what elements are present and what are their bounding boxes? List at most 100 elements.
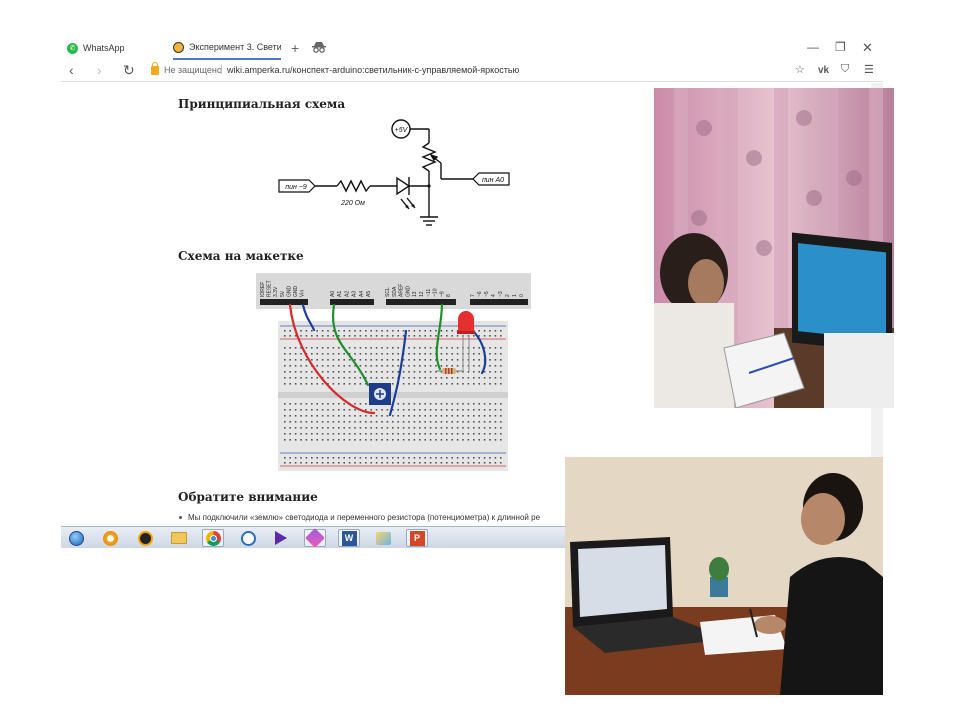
- avast-icon[interactable]: [134, 529, 156, 547]
- breadboard-hole: [284, 365, 286, 367]
- header-pin-label: A1: [337, 291, 343, 297]
- header-pin-label: 0: [519, 294, 525, 297]
- breadboard-hole: [435, 415, 437, 417]
- breadboard-hole: [386, 371, 389, 373]
- breadboard-hole: [300, 403, 302, 405]
- incognito-icon[interactable]: [312, 41, 326, 53]
- breadboard-hole: [300, 335, 302, 337]
- breadboard-hole: [305, 409, 308, 411]
- breadboard-hole: [284, 347, 286, 349]
- breadboard-hole: [300, 427, 302, 429]
- paint-icon[interactable]: [372, 529, 394, 547]
- breadboard-hole: [305, 335, 308, 337]
- breadboard-hole: [316, 359, 318, 361]
- breadboard-hole: [456, 457, 459, 459]
- vk-icon[interactable]: vk: [818, 65, 829, 76]
- breadboard-hole: [338, 359, 340, 361]
- breadboard-hole: [284, 359, 286, 361]
- close-icon[interactable]: ✕: [862, 40, 873, 56]
- breadboard-hole: [386, 359, 389, 361]
- breadboard-hole: [343, 409, 345, 411]
- breadboard-hole: [424, 330, 426, 332]
- breadboard-hole: [375, 330, 378, 332]
- menu-icon[interactable]: ☰: [864, 63, 874, 76]
- folder-icon[interactable]: [168, 529, 190, 547]
- breadboard-hole: [473, 335, 475, 337]
- breadboard-hole: [348, 433, 351, 435]
- breadboard-hole: [424, 457, 426, 459]
- breadboard-hole: [359, 330, 362, 332]
- breadboard-hole: [300, 371, 302, 373]
- breadboard-hole: [397, 359, 399, 361]
- breadboard-hole: [419, 347, 421, 349]
- breadboard-hole: [332, 409, 335, 411]
- breadboard-hole: [332, 462, 335, 464]
- reload-icon[interactable]: ↻: [123, 62, 135, 79]
- breadboard-hole: [489, 439, 491, 441]
- breadboard-hole: [392, 330, 394, 332]
- breadboard-hole: [478, 347, 480, 349]
- breadboard-hole: [451, 415, 453, 417]
- breadboard-hole: [392, 353, 394, 355]
- breadboard-hole: [489, 353, 491, 355]
- bookmark-star-icon[interactable]: ☆: [795, 63, 805, 76]
- breadboard-hole: [440, 457, 443, 459]
- opera-icon[interactable]: [99, 529, 121, 547]
- breadboard-hole: [327, 403, 329, 405]
- breadboard-hole: [327, 415, 329, 417]
- security-status[interactable]: Не защищено: [164, 65, 222, 75]
- breadboard-hole: [365, 330, 367, 332]
- breadboard-hole: [365, 457, 367, 459]
- windows-start-icon[interactable]: [65, 529, 87, 547]
- breadboard-hole: [311, 427, 313, 429]
- breadboard-hole: [435, 330, 437, 332]
- podcast-icon[interactable]: [237, 529, 259, 547]
- breadboard-hole: [338, 415, 340, 417]
- powerpoint-icon[interactable]: P: [406, 529, 428, 547]
- breadboard-hole: [338, 457, 340, 459]
- breadboard-hole: [338, 365, 340, 367]
- media-player-icon[interactable]: [270, 529, 292, 547]
- back-icon[interactable]: ‹: [69, 62, 74, 78]
- breadboard-hole: [294, 383, 297, 385]
- breadboard-hole: [413, 359, 416, 361]
- breadboard-hole: [456, 365, 459, 367]
- breadboard-hole: [402, 377, 405, 379]
- shield-icon[interactable]: ⛉: [841, 63, 849, 76]
- breadboard-hole: [365, 347, 367, 349]
- new-tab-button[interactable]: +: [291, 40, 299, 56]
- breadboard-hole: [284, 377, 286, 379]
- breadboard-hole: [332, 335, 335, 337]
- breadboard-hole: [456, 433, 459, 435]
- breadboard-hole: [451, 409, 453, 411]
- restore-icon[interactable]: ❐: [835, 40, 846, 54]
- tab-whatsapp[interactable]: ✆ WhatsApp: [67, 36, 171, 60]
- breadboard-hole: [316, 462, 318, 464]
- tab-bar: ✆ WhatsApp Эксперимент 3. Свети + — ❐ ✕: [61, 36, 883, 60]
- header-pin-label: AREF: [399, 284, 405, 297]
- breadboard-hole: [332, 457, 335, 459]
- url-input[interactable]: wiki.amperka.ru/конспект-arduino:светиль…: [227, 65, 519, 75]
- breadboard-hole: [354, 383, 356, 385]
- breadboard-hole: [462, 421, 464, 423]
- breadboard-hole: [402, 371, 405, 373]
- breadboard-hole: [467, 377, 470, 379]
- breadboard-hole: [300, 365, 302, 367]
- breadboard-hole: [300, 377, 302, 379]
- breadboard-hole: [413, 353, 416, 355]
- lock-icon[interactable]: [151, 62, 159, 75]
- breadboard-hole: [446, 421, 448, 423]
- tab-amperka[interactable]: Эксперимент 3. Свети: [173, 36, 281, 60]
- onenote-icon[interactable]: [304, 528, 326, 548]
- breadboard-hole: [408, 403, 410, 405]
- breadboard-hole: [446, 433, 448, 435]
- breadboard-hole: [419, 359, 421, 361]
- breadboard-hole: [354, 371, 356, 373]
- forward-icon[interactable]: ›: [97, 62, 102, 78]
- minimize-icon[interactable]: —: [807, 40, 819, 54]
- breadboard-hole: [305, 377, 308, 379]
- word-icon[interactable]: W: [338, 529, 360, 547]
- breadboard-hole: [494, 377, 497, 379]
- breadboard-hole: [467, 415, 470, 417]
- chrome-icon[interactable]: [202, 529, 224, 547]
